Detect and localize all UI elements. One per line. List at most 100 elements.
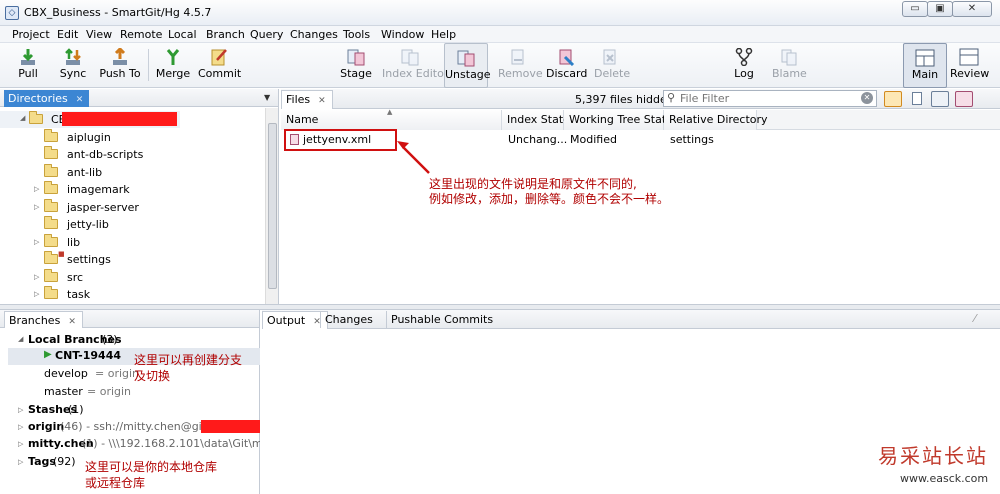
tags-label: Tags (28, 455, 56, 468)
show-ignored-toggle-icon[interactable] (931, 91, 949, 107)
clear-filter-icon[interactable]: ✕ (861, 92, 873, 104)
log-button[interactable]: Log (730, 43, 758, 88)
menu-remote[interactable]: Remote (120, 28, 162, 41)
expand-icon[interactable]: ▷ (34, 185, 39, 193)
expand-icon[interactable]: ▷ (34, 203, 39, 211)
directories-tab-label: Directories (8, 92, 68, 105)
remote-mitty-group[interactable]: ▷ mitty.chen (1) - \\\192.168.2.101\data… (18, 436, 260, 453)
folder-icon (44, 181, 58, 194)
close-icon[interactable]: ✕ (318, 96, 326, 106)
annotation-arrow-icon (397, 141, 430, 174)
branch-develop-tracking: = origin (95, 367, 140, 380)
close-icon[interactable]: ✕ (68, 317, 76, 327)
close-icon[interactable]: ✕ (76, 95, 84, 105)
menu-branch[interactable]: Branch (206, 28, 245, 41)
remote-origin-group[interactable]: ▷ origin (46) - ssh://mitty.chen@git. (18, 419, 260, 436)
files-annotation-line-2: 例如修改，添加，删除等。颜色不会不一样。 (429, 192, 670, 206)
remove-label: Remove (498, 67, 543, 80)
review-label: Review (950, 67, 990, 80)
sync-button[interactable]: Sync (55, 43, 91, 88)
delete-label: Delete (594, 67, 631, 80)
branches-tab-label: Branches (9, 314, 61, 327)
menu-help[interactable]: Help (431, 28, 456, 41)
push-to-button[interactable]: Push To (98, 43, 142, 88)
menu-query[interactable]: Query (250, 28, 283, 41)
tree-item-label: lib (67, 236, 81, 249)
collapse-icon[interactable]: ◢ (20, 114, 25, 122)
close-button[interactable]: ✕ (952, 1, 992, 17)
unstage-button[interactable]: Unstage (444, 43, 491, 88)
menu-changes[interactable]: Changes (290, 28, 338, 41)
clear-output-icon[interactable]: ⁄ (974, 312, 976, 325)
remove-icon (511, 49, 524, 65)
folder-icon (44, 216, 58, 229)
tab-changes[interactable]: Changes (320, 311, 379, 328)
menu-project[interactable]: Project (12, 28, 50, 41)
discard-button[interactable]: Discard (546, 43, 587, 88)
branches-header: Branches ✕ (0, 310, 259, 328)
delete-button[interactable]: Delete (594, 43, 631, 88)
expand-icon[interactable]: ▷ (18, 406, 23, 414)
pull-button[interactable]: Pull (10, 43, 46, 88)
directory-tree: ◢ CB aiplugin ant-db-scripts ant-lib ▷ im… (0, 108, 266, 304)
toolbar-separator (148, 49, 149, 81)
tab-directories[interactable]: Directories ✕ (4, 90, 90, 107)
tab-pushable-commits[interactable]: Pushable Commits (386, 311, 499, 328)
blame-button[interactable]: Blame (772, 43, 807, 88)
column-working-tree-state[interactable]: Working Tree State (564, 110, 673, 130)
directories-pane: Directories ✕ ▼ ◢ CB aiplugin ant-db-scri… (0, 89, 279, 304)
dropdown-arrow-icon[interactable]: ▼ (264, 93, 270, 102)
expand-icon[interactable]: ▷ (18, 440, 23, 448)
main-perspective-button[interactable]: Main (903, 43, 947, 88)
menu-tools[interactable]: Tools (343, 28, 370, 41)
expand-icon[interactable]: ▷ (18, 458, 23, 466)
expand-icon[interactable]: ▷ (18, 423, 23, 431)
stashes-count: (1) (68, 403, 84, 416)
review-perspective-button[interactable]: Review (950, 43, 990, 88)
column-relative-directory[interactable]: Relative Directory (664, 110, 768, 130)
tree-item-label: jetty-lib (67, 218, 109, 231)
expand-icon[interactable]: ▷ (34, 290, 39, 298)
files-column-header: Name ▲ Index State Working Tree State Re… (281, 108, 1000, 130)
show-modified-toggle-icon[interactable] (955, 91, 973, 107)
menu-local[interactable]: Local (168, 28, 197, 41)
tab-output[interactable]: Output ✕ (262, 311, 328, 329)
remote-origin-label: origin (28, 420, 65, 433)
commit-button[interactable]: Commit (198, 43, 241, 88)
current-branch-icon: ▶ (44, 349, 52, 360)
stage-icon (347, 49, 365, 66)
collapse-icon[interactable]: ◢ (18, 335, 23, 343)
tree-root[interactable]: ◢ CB (0, 111, 180, 128)
changes-tab-label: Changes (325, 313, 373, 326)
expand-icon[interactable]: ▷ (34, 273, 39, 281)
restore-button[interactable]: ▣ (927, 1, 953, 17)
stage-button[interactable]: Stage (340, 43, 372, 88)
menu-window[interactable]: Window (381, 28, 424, 41)
file-filter-input[interactable] (680, 92, 852, 105)
menu-view[interactable]: View (86, 28, 112, 41)
branch-develop-label: develop (44, 367, 88, 380)
column-index-state[interactable]: Index State (502, 110, 570, 130)
menu-edit[interactable]: Edit (57, 28, 78, 41)
index-editor-button[interactable]: Index Editor (382, 43, 448, 88)
file-filter-box[interactable]: ⚲ ✕ (663, 90, 877, 107)
tree-item-label: aiplugin (67, 131, 111, 144)
unstage-icon (457, 50, 475, 67)
menu-bar: Project Edit View Remote Local Branch Qu… (0, 26, 1000, 43)
tab-branches[interactable]: Branches ✕ (4, 311, 83, 328)
directories-scrollbar[interactable] (265, 108, 278, 304)
modified-folder-icon (44, 251, 58, 264)
show-unchanged-toggle-icon[interactable] (884, 91, 902, 107)
minimize-button[interactable]: ▭ (902, 1, 928, 17)
files-pane: Files ✕ 5,397 files hidden ⚲ ✕ Name ▲ Ind… (281, 89, 1000, 304)
merge-button[interactable]: Merge (154, 43, 192, 88)
tab-files[interactable]: Files ✕ (281, 90, 333, 109)
branch-annotation-line-1: 这里可以再创建分支 (134, 353, 243, 367)
main-label: Main (911, 68, 939, 81)
show-untracked-icon[interactable] (912, 92, 922, 105)
remove-button[interactable]: Remove (498, 43, 543, 88)
expand-icon[interactable]: ▷ (34, 238, 39, 246)
folder-icon (44, 129, 58, 142)
scrollbar-thumb[interactable] (268, 123, 277, 289)
branch-annotation-line-2: 及切换 (134, 369, 171, 383)
